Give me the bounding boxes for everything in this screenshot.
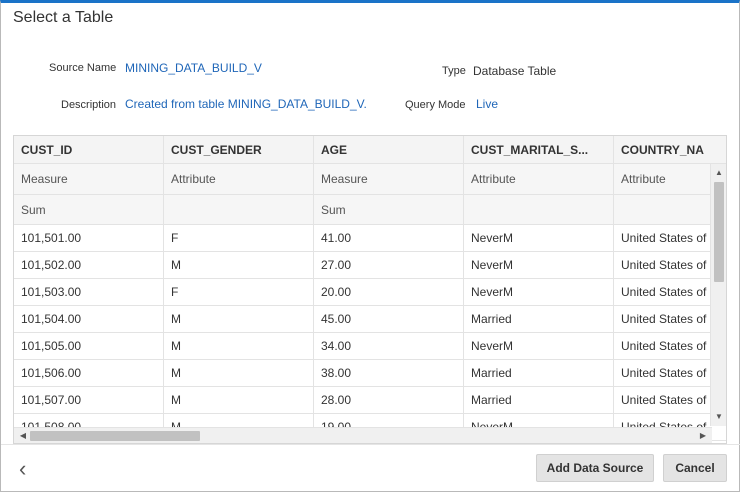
table-row-cell: Married [464,387,614,414]
table-row: 101,505.00 M 34.00 NeverM United States of [14,333,726,360]
column-role-row-cell: Attribute [164,164,314,195]
table-row-cell: Married [464,360,614,387]
column-role-row-cell: Measure [314,164,464,195]
scroll-right-icon[interactable]: ▶ [696,428,710,443]
table-row-cell: 27.00 [314,252,464,279]
table-row-cell: 20.00 [314,279,464,306]
table-row-cell: 101,504.00 [14,306,164,333]
table-row: 101,507.00 M 28.00 Married United States of [14,387,726,414]
table-row: 101,506.00 M 38.00 Married United States of [14,360,726,387]
source-name-value[interactable]: MINING_DATA_BUILD_V [125,61,262,75]
column-header-row-cell[interactable]: COUNTRY_NA [614,136,726,164]
table-row-cell: 101,506.00 [14,360,164,387]
description-value[interactable]: Created from table MINING_DATA_BUILD_V. [125,97,367,111]
table-row-cell: F [164,225,314,252]
column-header-row-cell[interactable]: CUST_ID [14,136,164,164]
horizontal-scrollbar[interactable]: ◀ ▶ [14,427,712,443]
table-row: 101,501.00 F 41.00 NeverM United States of [14,225,726,252]
select-table-dialog: Select a Table Source Name MINING_DATA_B… [0,0,740,492]
table-row: 101,502.00 M 27.00 NeverM United States of [14,252,726,279]
column-role-row-cell: Measure [14,164,164,195]
column-aggregation-row-cell: Sum [14,195,164,225]
table-row-cell: M [164,306,314,333]
type-label: Type [442,65,466,77]
dialog-title: Select a Table [13,9,114,26]
table-row-cell: 101,505.00 [14,333,164,360]
back-chevron-icon[interactable]: ‹ [19,458,26,480]
table-row-cell: NeverM [464,279,614,306]
table-row-cell: 41.00 [314,225,464,252]
query-mode-value[interactable]: Live [476,97,498,111]
table-row-cell: NeverM [464,225,614,252]
table-row-cell: 28.00 [314,387,464,414]
query-mode-label: Query Mode [405,99,466,111]
table-row-cell: Married [464,306,614,333]
column-role-row-cell: Attribute [464,164,614,195]
column-aggregation-row-cell [164,195,314,225]
scroll-left-icon[interactable]: ◀ [16,428,30,443]
table-row-cell: M [164,333,314,360]
table-row-cell: F [164,279,314,306]
table-row-cell: 101,502.00 [14,252,164,279]
column-header-row-cell[interactable]: CUST_GENDER [164,136,314,164]
description-label: Description [61,99,117,111]
data-preview-grid: CUST_ID CUST_GENDER AGE CUST_MARITAL_S... CO… [13,135,727,444]
table-row-cell: 34.00 [314,333,464,360]
column-aggregation-row-cell: Sum [314,195,464,225]
table-row-cell: M [164,360,314,387]
table-row-cell: M [164,252,314,279]
add-data-source-button[interactable]: Add Data Source [536,454,654,482]
table-row-cell: 38.00 [314,360,464,387]
column-header-row: CUST_ID CUST_GENDER AGE CUST_MARITAL_S... CO… [14,136,726,164]
column-header-row-cell[interactable]: CUST_MARITAL_S... [464,136,614,164]
column-aggregation-row-cell [464,195,614,225]
table-row-cell: NeverM [464,252,614,279]
table-row-cell: M [164,387,314,414]
column-aggregation-row: Sum Sum [14,195,726,225]
table-row: 101,504.00 M 45.00 Married United States of [14,306,726,333]
source-name-label: Source Name [49,62,117,74]
scroll-down-icon[interactable]: ▼ [711,410,726,424]
table-row-cell: 101,503.00 [14,279,164,306]
vertical-scrollbar[interactable]: ▲ ▼ [710,164,726,426]
column-header-row-cell[interactable]: AGE [314,136,464,164]
column-role-row: Measure Attribute Measure Attribute Attribut… [14,164,726,195]
horizontal-scroll-thumb[interactable] [30,431,200,441]
table-row-cell: 101,501.00 [14,225,164,252]
table-row-cell: NeverM [464,333,614,360]
footer-divider [1,444,740,445]
type-value: Database Table [473,64,557,78]
table-row-cell: 101,507.00 [14,387,164,414]
table-row: 101,503.00 F 20.00 NeverM United States of [14,279,726,306]
table-row-cell: 45.00 [314,306,464,333]
vertical-scroll-thumb[interactable] [714,182,724,282]
cancel-button[interactable]: Cancel [663,454,727,482]
scroll-up-icon[interactable]: ▲ [711,166,726,180]
